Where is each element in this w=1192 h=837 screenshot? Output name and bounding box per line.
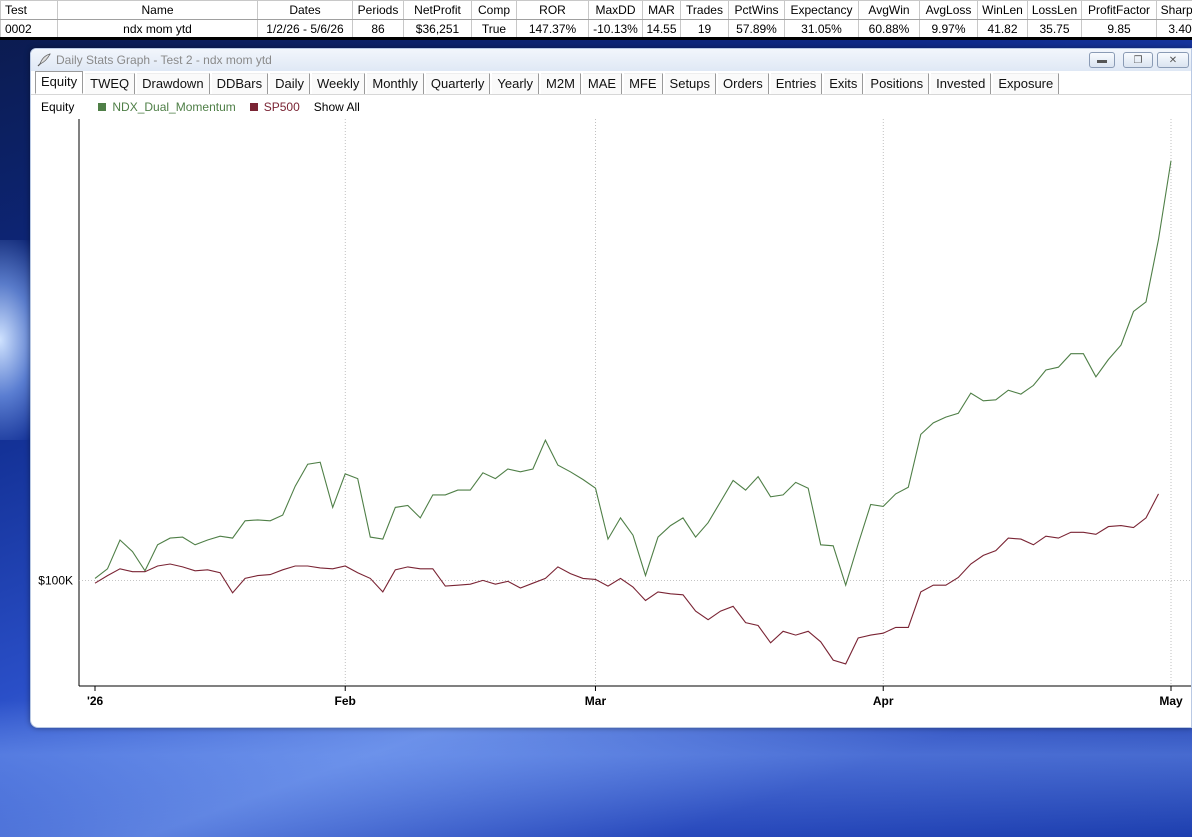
tab-orders[interactable]: Orders	[718, 73, 769, 94]
stats-cell-name: ndx mom ytd	[57, 19, 258, 37]
stats-header-losslen[interactable]: LossLen	[1027, 0, 1082, 20]
legend-ndx[interactable]: NDX_Dual_Momentum	[98, 100, 236, 114]
x-tick-label: Feb	[335, 694, 356, 708]
tab-positions[interactable]: Positions	[865, 73, 930, 94]
x-tick-label: '26	[87, 694, 104, 708]
stats-cell-winlen: 41.82	[977, 19, 1028, 37]
tab-setups[interactable]: Setups	[664, 73, 717, 94]
equity-chart[interactable]: $100K '26 Feb Mar Apr May	[31, 119, 1192, 728]
stats-header-test[interactable]: Test	[0, 0, 58, 20]
tab-invested[interactable]: Invested	[931, 73, 992, 94]
title-bar[interactable]: Daily Stats Graph - Test 2 - ndx mom ytd…	[31, 49, 1191, 71]
legend: Equity NDX_Dual_Momentum SP500 Show All	[31, 95, 1191, 119]
tab-monthly[interactable]: Monthly	[367, 73, 424, 94]
stats-header-trades[interactable]: Trades	[680, 0, 729, 20]
restore-button[interactable]: ❐	[1123, 52, 1153, 68]
minimize-icon: ▬	[1097, 54, 1107, 66]
stats-data-row[interactable]: 0002 ndx mom ytd 1/2/26 - 5/6/26 86 $36,251 T…	[0, 19, 1192, 37]
tab-equity[interactable]: Equity	[35, 71, 84, 94]
tab-daily[interactable]: Daily	[270, 73, 310, 94]
stats-header-row: Test Name Dates Periods NetProfit Comp ROR MaxD…	[0, 0, 1192, 20]
tab-bar: Equity TWEQ Drawdown DDBars Daily Weekly Month…	[31, 71, 1191, 95]
tab-entries[interactable]: Entries	[770, 73, 823, 94]
stats-cell-maxdd: -10.13%	[588, 19, 643, 37]
x-tick-label: Apr	[873, 694, 894, 708]
tab-quarterly[interactable]: Quarterly	[425, 73, 491, 94]
stats-header-comp[interactable]: Comp	[471, 0, 517, 20]
stats-header-netprofit[interactable]: NetProfit	[403, 0, 472, 20]
restore-icon: ❐	[1133, 54, 1143, 66]
stats-cell-dates: 1/2/26 - 5/6/26	[257, 19, 353, 37]
stats-header-expectancy[interactable]: Expectancy	[784, 0, 859, 20]
stats-header-mar[interactable]: MAR	[642, 0, 681, 20]
window-title: Daily Stats Graph - Test 2 - ndx mom ytd	[56, 53, 272, 67]
tab-drawdown[interactable]: Drawdown	[137, 73, 210, 94]
sp500-equity-line[interactable]	[94, 493, 1159, 665]
app-feather-icon	[37, 53, 51, 67]
tab-mfe[interactable]: MFE	[624, 73, 663, 94]
x-tick-label: Mar	[585, 694, 607, 708]
legend-sp500-label: SP500	[263, 100, 300, 114]
stats-header-pctwins[interactable]: PctWins	[728, 0, 785, 20]
stats-header-maxdd[interactable]: MaxDD	[588, 0, 643, 20]
close-button[interactable]: ✕	[1157, 52, 1189, 68]
stats-header-ror[interactable]: ROR	[516, 0, 589, 20]
stats-cell-test: 0002	[0, 19, 58, 37]
stats-cell-netprofit: $36,251	[403, 19, 472, 37]
legend-sp500[interactable]: SP500	[249, 100, 300, 114]
legend-ndx-label: NDX_Dual_Momentum	[112, 100, 236, 114]
stats-cell-mar: 14.55	[642, 19, 681, 37]
stats-cell-comp: True	[471, 19, 517, 37]
stats-header-dates[interactable]: Dates	[257, 0, 353, 20]
x-tick-label: May	[1159, 694, 1183, 708]
stats-cell-profitfactor: 9.85	[1081, 19, 1157, 37]
tab-mae[interactable]: MAE	[582, 73, 623, 94]
tab-weekly[interactable]: Weekly	[311, 73, 366, 94]
legend-sp500-swatch	[249, 103, 258, 111]
tab-yearly[interactable]: Yearly	[492, 73, 540, 94]
stats-header-profitfactor[interactable]: ProfitFactor	[1081, 0, 1157, 20]
stats-header-winlen[interactable]: WinLen	[977, 0, 1028, 20]
stats-header-avgwin[interactable]: AvgWin	[858, 0, 920, 20]
tab-tweq[interactable]: TWEQ	[85, 73, 136, 94]
stats-header-avgloss[interactable]: AvgLoss	[919, 0, 978, 20]
minimize-button[interactable]: ▬	[1089, 52, 1115, 68]
show-all-button[interactable]: Show All	[314, 100, 360, 114]
stats-cell-losslen: 35.75	[1027, 19, 1082, 37]
tab-exits[interactable]: Exits	[824, 73, 864, 94]
tab-exposure[interactable]: Exposure	[993, 73, 1060, 94]
tab-m2m[interactable]: M2M	[541, 73, 581, 94]
tab-ddbars[interactable]: DDBars	[211, 73, 269, 94]
stats-cell-pctwins: 57.89%	[728, 19, 785, 37]
close-icon: ✕	[1168, 54, 1178, 66]
daily-stats-window[interactable]: Daily Stats Graph - Test 2 - ndx mom ytd…	[30, 48, 1192, 728]
legend-label: Equity	[41, 100, 75, 114]
stats-grid[interactable]: Test Name Dates Periods NetProfit Comp ROR MaxD…	[0, 0, 1192, 40]
stats-cell-ror: 147.37%	[516, 19, 589, 37]
stats-header-sharpe[interactable]: Sharpe	[1156, 0, 1192, 20]
stats-header-periods[interactable]: Periods	[352, 0, 404, 20]
y-tick-label: $100K	[38, 573, 73, 587]
stats-cell-avgwin: 60.88%	[858, 19, 920, 37]
ndx-equity-line[interactable]	[94, 160, 1172, 588]
stats-header-name[interactable]: Name	[57, 0, 258, 20]
legend-ndx-swatch	[98, 103, 107, 111]
stats-cell-trades: 19	[680, 19, 729, 37]
stats-cell-sharpe: 3.40	[1156, 19, 1192, 37]
stats-cell-periods: 86	[352, 19, 404, 37]
stats-cell-avgloss: 9.97%	[919, 19, 978, 37]
stats-cell-expectancy: 31.05%	[784, 19, 859, 37]
